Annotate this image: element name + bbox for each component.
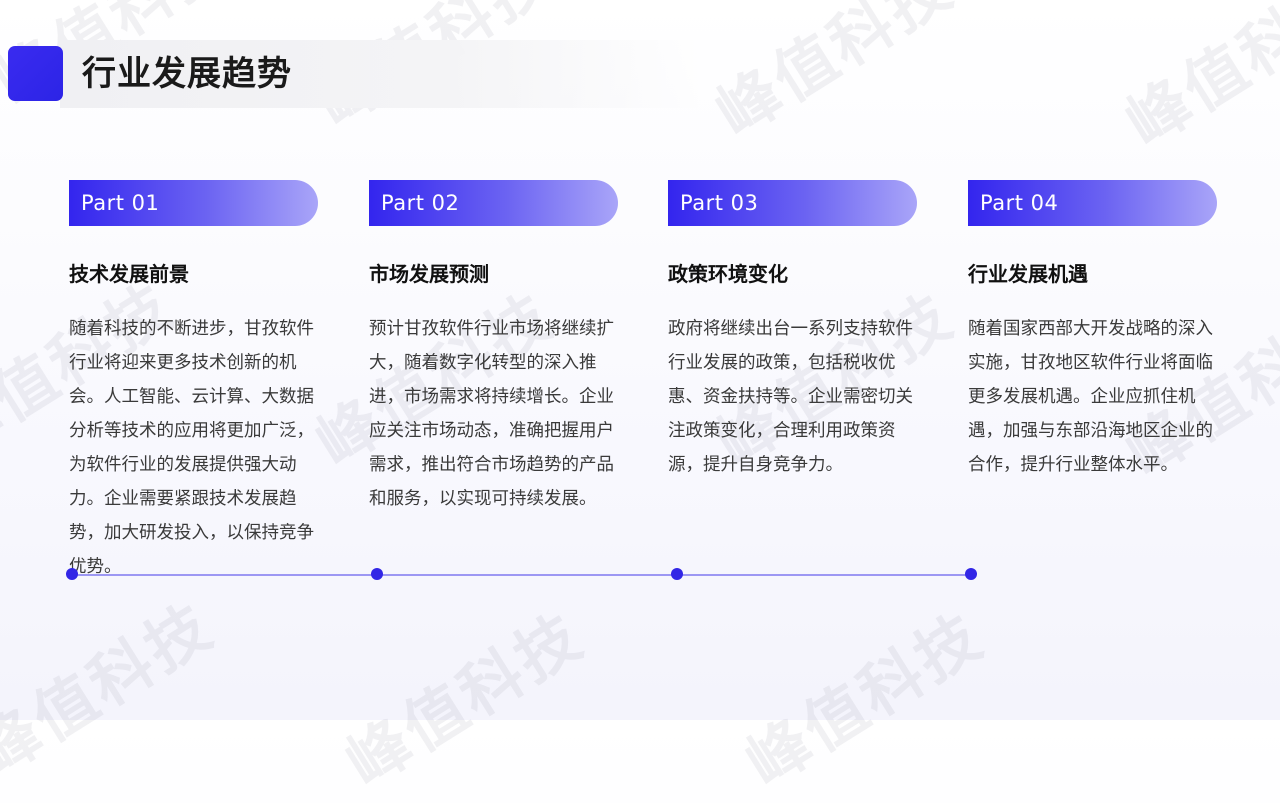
timeline-dot-1	[66, 568, 78, 580]
column-title-2: 市场发展预测	[369, 262, 489, 286]
part-pill-4: Part 04	[968, 180, 1217, 226]
watermark-text: 峰值科技	[733, 598, 997, 801]
part-label-2: Part 02	[381, 191, 460, 215]
part-label-4: Part 04	[980, 191, 1059, 215]
column-body-2: 预计甘孜软件行业市场将继续扩大，随着数字化转型的深入推进，市场需求将持续增长。企…	[369, 319, 614, 509]
timeline-dot-3	[671, 568, 683, 580]
part-label-1: Part 01	[81, 191, 160, 215]
column-title-4: 行业发展机遇	[968, 262, 1088, 286]
column-body-1: 随着科技的不断进步，甘孜软件行业将迎来更多技术创新的机会。人工智能、云计算、大数…	[69, 319, 314, 577]
watermark-text: 峰值科技	[1113, 0, 1280, 161]
watermark-text: 峰值科技	[703, 0, 967, 151]
page-title: 行业发展趋势	[82, 54, 292, 94]
part-pill-1: Part 01	[69, 180, 318, 226]
title-accent-block	[8, 46, 63, 101]
watermark-text: 峰值科技	[0, 588, 227, 791]
timeline-dot-2	[371, 568, 383, 580]
column-body-3: 政府将继续出台一系列支持软件行业发展的政策，包括税收优惠、资金扶持等。企业需密切…	[668, 319, 913, 475]
part-pill-3: Part 03	[668, 180, 917, 226]
column-title-1: 技术发展前景	[69, 262, 189, 286]
part-label-3: Part 03	[680, 191, 759, 215]
column-body-4: 随着国家西部大开发战略的深入实施，甘孜地区软件行业将面临更多发展机遇。企业应抓住…	[968, 319, 1213, 475]
timeline-dot-4	[965, 568, 977, 580]
part-pill-2: Part 02	[369, 180, 618, 226]
column-title-3: 政策环境变化	[668, 262, 788, 286]
watermark-text: 峰值科技	[333, 598, 597, 801]
